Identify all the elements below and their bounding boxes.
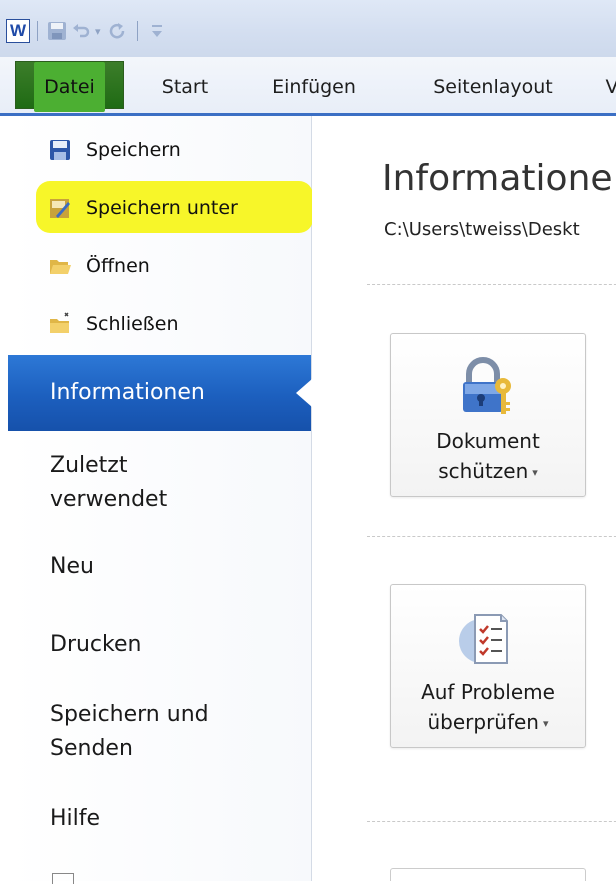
ribbon-tabs: Datei Start Einfügen Seitenlayout V bbox=[0, 57, 616, 116]
tab-start[interactable]: Start bbox=[155, 70, 215, 104]
nav-item-info[interactable]: Informationen bbox=[8, 355, 312, 431]
undo-dropdown-icon[interactable]: ▾ bbox=[95, 25, 101, 38]
tab-partial[interactable]: V bbox=[602, 70, 616, 104]
customize-qat-button[interactable] bbox=[145, 19, 169, 43]
inspect-line2-text: überprüfen bbox=[427, 710, 539, 734]
nav-save-label: Speichern bbox=[86, 139, 181, 161]
divider bbox=[367, 821, 616, 822]
selected-pointer bbox=[296, 379, 312, 407]
nav-open-label: Öffnen bbox=[86, 255, 150, 277]
close-folder-icon bbox=[50, 312, 69, 333]
document-path: C:\Users\tweiss\Deskt bbox=[384, 219, 580, 240]
info-panel: Informatione C:\Users\tweiss\Deskt Dokum… bbox=[312, 116, 616, 881]
nav-close-label: Schließen bbox=[86, 313, 179, 335]
nav-item-save-send-line1: Speichern und bbox=[50, 702, 209, 727]
nav-save-as-label: Speichern unter bbox=[86, 197, 238, 219]
repeat-icon bbox=[109, 23, 124, 39]
nav-item-print[interactable]: Drucken bbox=[50, 628, 141, 662]
check-issues-button[interactable]: Auf Probleme überprüfen ▾ bbox=[390, 584, 586, 748]
nav-item-recent-line2: verwendet bbox=[50, 487, 168, 512]
nav-save[interactable]: Speichern bbox=[48, 134, 181, 166]
nav-item-new[interactable]: Neu bbox=[50, 550, 94, 584]
word-icon[interactable]: W bbox=[6, 19, 30, 43]
protect-line1: Dokument bbox=[436, 429, 540, 453]
open-folder-icon bbox=[50, 260, 71, 274]
nav-item-save-send[interactable]: Speichern und Senden bbox=[50, 698, 209, 766]
nav-item-recent-line1: Zuletzt bbox=[50, 453, 128, 478]
tab-file[interactable]: Datei bbox=[15, 61, 124, 112]
toolbar-separator bbox=[136, 21, 138, 41]
check-issues-label: Auf Probleme überprüfen ▾ bbox=[391, 677, 585, 739]
divider bbox=[367, 284, 616, 285]
protect-document-label: Dokument schützen ▾ bbox=[391, 426, 585, 488]
tab-page-layout[interactable]: Seitenlayout bbox=[418, 70, 568, 104]
backstage-nav: Speichern Speichern unter Öffnen Schließ… bbox=[8, 116, 313, 884]
nav-save-as[interactable]: Speichern unter bbox=[48, 192, 238, 224]
dropdown-caret-icon: ▾ bbox=[542, 716, 549, 730]
tab-file-label: Datei bbox=[34, 62, 105, 112]
nav-item-recent[interactable]: Zuletzt verwendet bbox=[50, 449, 167, 517]
save-button[interactable] bbox=[45, 19, 69, 43]
checklist-icon bbox=[459, 614, 508, 664]
nav-item-info-label: Informationen bbox=[50, 380, 205, 405]
nav-item-help[interactable]: Hilfe bbox=[50, 802, 100, 836]
redo-button[interactable] bbox=[106, 19, 130, 43]
floppy-icon bbox=[48, 22, 66, 40]
undo-icon bbox=[73, 24, 90, 38]
customize-qat-icon bbox=[151, 25, 162, 37]
inspect-line1: Auf Probleme bbox=[421, 680, 555, 704]
protect-line2-text: schützen bbox=[438, 459, 529, 483]
nav-open[interactable]: Öffnen bbox=[48, 250, 150, 282]
partial-button[interactable] bbox=[390, 868, 586, 881]
toolbar-separator bbox=[37, 21, 38, 41]
divider bbox=[367, 536, 616, 537]
save-as-icon bbox=[50, 199, 70, 218]
floppy-icon bbox=[50, 140, 70, 160]
quick-access-toolbar: W ▾ bbox=[0, 0, 616, 57]
protect-document-button[interactable]: Dokument schützen ▾ bbox=[390, 333, 586, 497]
padlock-key-icon bbox=[463, 357, 511, 414]
options-icon[interactable] bbox=[52, 873, 74, 884]
nav-close[interactable]: Schließen bbox=[48, 308, 179, 340]
dropdown-caret-icon: ▾ bbox=[532, 465, 538, 479]
nav-item-save-send-line2: Senden bbox=[50, 736, 133, 761]
tab-insert[interactable]: Einfügen bbox=[262, 70, 366, 104]
undo-button[interactable] bbox=[69, 19, 93, 43]
protect-line2: schützen ▾ bbox=[391, 456, 585, 488]
inspect-line2: überprüfen ▾ bbox=[391, 707, 585, 739]
page-title: Informatione bbox=[382, 158, 613, 199]
